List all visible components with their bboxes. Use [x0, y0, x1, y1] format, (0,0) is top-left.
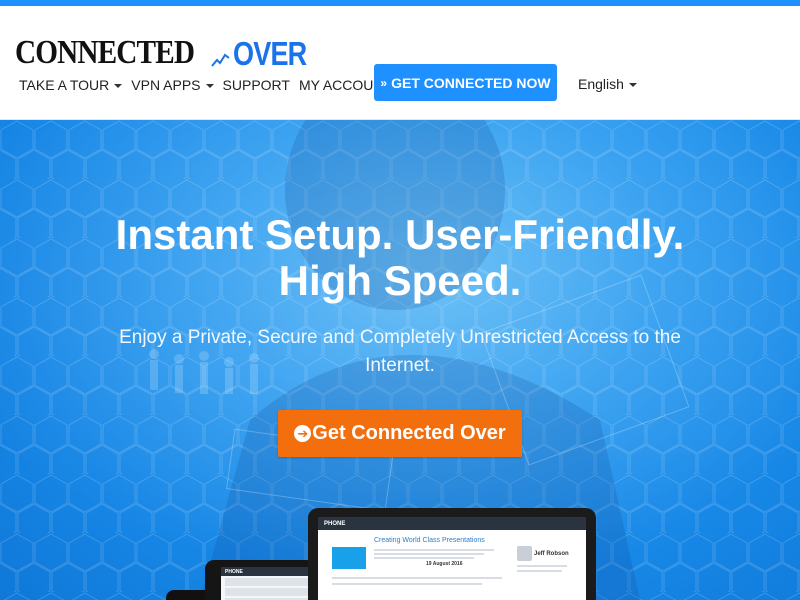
site-header: CONNECTED OVER TAKE A TOUR VPN APPS SUPP…	[0, 6, 800, 120]
double-chevron-right-icon: »	[380, 75, 388, 90]
get-connected-now-label: GET CONNECTED NOW	[391, 74, 551, 91]
logo-wordmark-right: OVER	[233, 35, 307, 72]
nav-take-a-tour[interactable]: TAKE A TOUR	[19, 77, 123, 93]
nav-take-a-tour-label: TAKE A TOUR	[19, 77, 110, 93]
caret-down-icon	[114, 83, 123, 88]
language-selector[interactable]: English	[578, 76, 637, 92]
hero-section: Instant Setup. User-Friendly. High Speed…	[0, 120, 800, 600]
caret-down-icon	[205, 83, 214, 88]
get-connected-now-button[interactable]: » GET CONNECTED NOW	[374, 64, 557, 101]
tablet-mockup: PHONE Creating World Class Presentations…	[308, 508, 596, 600]
tablet-topbar: PHONE	[318, 517, 586, 530]
nav-support[interactable]: SUPPORT	[223, 77, 290, 93]
avatar	[517, 546, 532, 561]
presentation-thumbnail	[332, 547, 366, 569]
hero-subtitle: Enjoy a Private, Secure and Completely U…	[119, 327, 681, 376]
tablet-contact-name: Jeff Robson	[534, 551, 569, 557]
language-label: English	[578, 76, 624, 92]
hero-title: Instant Setup. User-Friendly. High Speed…	[0, 212, 800, 304]
main-nav: TAKE A TOUR VPN APPS SUPPORT MY ACCOUNT	[19, 70, 401, 100]
logo-zigzag-icon	[211, 53, 230, 67]
hero-title-line-1: Instant Setup. User-Friendly.	[115, 211, 685, 258]
nav-support-label: SUPPORT	[222, 77, 290, 93]
get-connected-over-button[interactable]: ➔ Get Connected Over	[278, 410, 522, 457]
arrow-circle-right-icon: ➔	[294, 425, 312, 442]
nav-vpn-apps-label: VPN APPS	[131, 77, 201, 93]
get-connected-over-label: Get Connected Over	[312, 422, 506, 444]
hero-title-line-2: High Speed.	[278, 257, 522, 304]
nav-vpn-apps[interactable]: VPN APPS	[131, 77, 214, 93]
tablet-screen: PHONE Creating World Class Presentations…	[318, 517, 586, 600]
tablet-small-brand: PHONE	[225, 568, 243, 575]
logo-wordmark-left: CONNECTED	[15, 34, 195, 71]
tablet-heading: Creating World Class Presentations	[374, 537, 485, 544]
site-logo[interactable]: CONNECTED OVER	[15, 30, 323, 72]
caret-down-icon	[628, 82, 637, 87]
tablet-brand: PHONE	[324, 520, 346, 527]
tablet-date: 19 August 2016	[426, 561, 463, 567]
